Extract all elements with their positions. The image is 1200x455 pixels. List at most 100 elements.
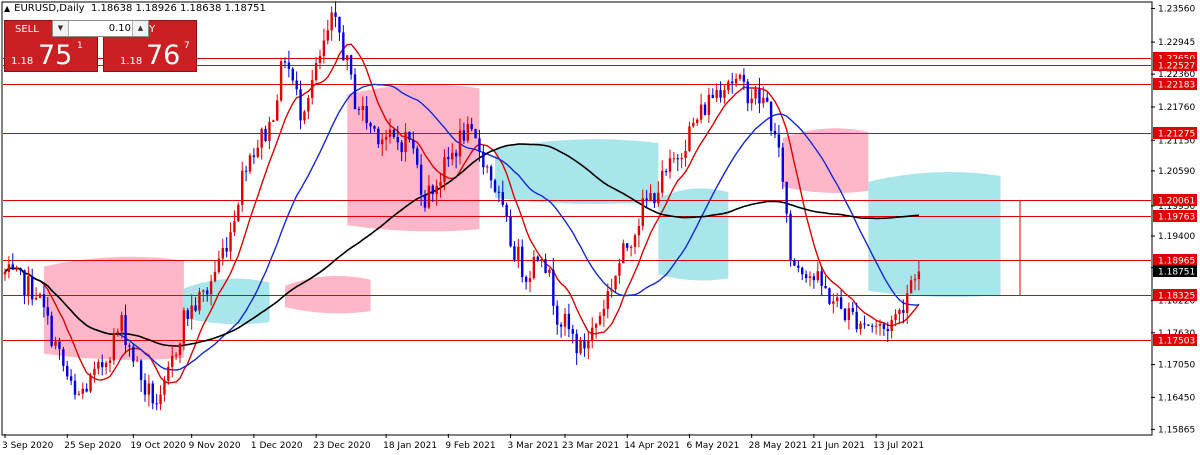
candle-body: [828, 288, 831, 304]
candle-body: [668, 158, 672, 172]
candle-body: [307, 97, 310, 112]
candle-body: [894, 314, 897, 320]
candle-body: [264, 128, 267, 141]
x-tick-label: 3 Sep 2020: [2, 441, 54, 451]
candle-body: [11, 264, 14, 270]
candle-body: [804, 274, 808, 279]
lot-size-control: ▼ ▲: [52, 20, 149, 37]
candle-body: [863, 323, 866, 325]
candle-body: [579, 340, 582, 354]
candle-body: [664, 171, 668, 173]
candle-body: [482, 151, 485, 168]
candle-body: [241, 170, 244, 205]
candle-body: [812, 276, 816, 281]
candle-body: [377, 128, 380, 145]
collapse-triangle-icon[interactable]: ▲: [4, 4, 10, 13]
cloud-segment-7: [868, 171, 1001, 297]
candle-body: [34, 297, 38, 300]
time-axis: 3 Sep 2020 25 Sep 2020 19 Oct 2020 9 Nov 20…: [2, 434, 924, 451]
cloud-segment-6: [782, 128, 869, 194]
candle-body: [252, 155, 256, 157]
candle-body: [369, 123, 372, 127]
lot-increase-chevron-up-icon[interactable]: ▲: [132, 21, 148, 36]
candle-body: [672, 158, 676, 160]
candle-body: [769, 101, 773, 131]
candle-body: [917, 271, 921, 280]
candle-body: [81, 388, 84, 394]
candle-body: [116, 331, 119, 334]
candle-body: [688, 126, 691, 151]
candle-body: [839, 297, 843, 309]
candle-body: [536, 256, 539, 261]
candle-body: [793, 259, 796, 266]
candle-body: [878, 324, 882, 326]
chart-window[interactable]: 1.23560 1.22945 1.22360 1.21760 1.21150 1.205…: [0, 0, 1200, 455]
candle-body: [361, 105, 364, 110]
candle-body: [723, 90, 726, 98]
candle-body: [528, 278, 532, 282]
candle-body: [847, 308, 851, 321]
candle-body: [423, 194, 427, 208]
candle-body: [431, 185, 434, 194]
y-tick-label: 1.15865: [1158, 425, 1195, 435]
candle-body: [7, 264, 11, 272]
candle-body: [571, 329, 574, 334]
candle-body: [260, 128, 263, 148]
candle-body: [58, 341, 61, 350]
candle-body: [89, 375, 92, 392]
candle-body: [108, 360, 112, 363]
candle-body: [202, 290, 205, 292]
candle-body: [618, 263, 621, 276]
candle-body: [287, 62, 291, 69]
candle-body: [909, 280, 913, 294]
x-tick-label: 25 Sep 2020: [64, 441, 121, 451]
x-tick-label: 9 Nov 2020: [189, 441, 241, 451]
y-tick-label: 1.19400: [1158, 232, 1195, 242]
candle-body: [524, 276, 528, 282]
x-tick-label: 19 Oct 2020: [130, 441, 186, 451]
candle-body: [283, 61, 287, 63]
candle-body: [15, 268, 18, 270]
buy-price-big: 76: [146, 40, 181, 71]
ohlc-values: 1.18638 1.18926 1.18638 1.18751: [90, 3, 266, 14]
buy-price-sup: 7: [184, 41, 190, 51]
x-tick-label: 21 Jun 2021: [811, 441, 865, 451]
candle-body: [832, 301, 835, 304]
candle-body: [509, 216, 512, 247]
candle-body: [349, 55, 353, 75]
candle-body: [396, 137, 399, 143]
candle-body: [353, 74, 357, 109]
candle-body: [773, 130, 777, 135]
candle-body: [610, 289, 613, 292]
candle-body: [373, 126, 376, 129]
x-tick-label: 23 Dec 2020: [313, 441, 371, 451]
candle-body: [112, 333, 116, 361]
lot-decrease-chevron-down-icon[interactable]: ▼: [53, 21, 69, 36]
candle-body: [233, 221, 236, 233]
candle-body: [120, 315, 123, 332]
candle-body: [318, 56, 322, 64]
candle-body: [54, 341, 57, 346]
level-tag-label: 1.18325: [1158, 292, 1195, 302]
candle-body: [563, 313, 567, 327]
cloud-segment-4: [495, 139, 659, 204]
candle-body: [758, 88, 761, 104]
candle-body: [505, 204, 508, 217]
cloud-segment-2: [285, 275, 371, 314]
candle-body: [97, 362, 100, 369]
candle-body: [906, 293, 909, 313]
lot-size-input[interactable]: [69, 21, 135, 36]
candle-body: [727, 81, 730, 91]
candle-body: [365, 105, 368, 124]
candle-body: [742, 74, 746, 82]
candle-body: [104, 362, 108, 368]
candle-body: [657, 192, 660, 204]
candle-body: [291, 68, 294, 81]
candle-body: [587, 340, 590, 349]
candle-body: [93, 368, 96, 376]
candle-body: [147, 383, 151, 395]
candle-body: [567, 313, 571, 330]
candle-body: [139, 360, 143, 381]
candle-body: [69, 376, 73, 381]
candle-body: [73, 380, 77, 395]
